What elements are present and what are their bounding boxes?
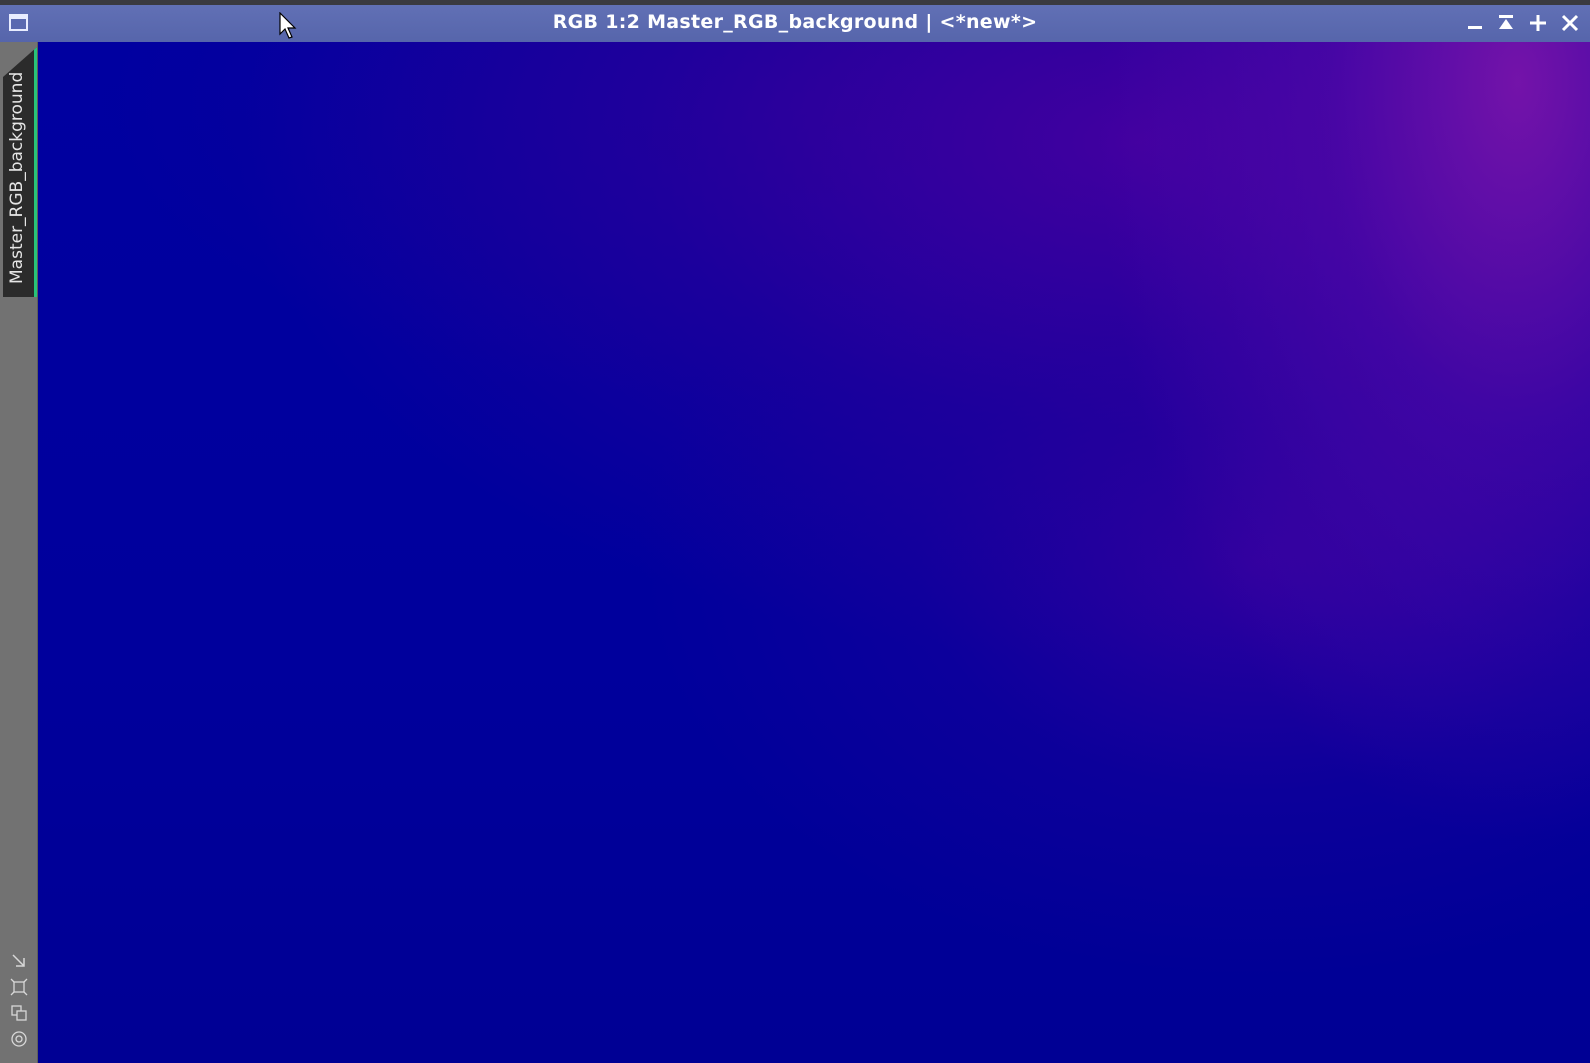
title-bar[interactable]: RGB 1:2 Master_RGB_background | <*new*> xyxy=(0,5,1590,43)
zoom-frame-icon[interactable] xyxy=(10,978,28,996)
window-title: RGB 1:2 Master_RGB_background | <*new*> xyxy=(552,11,1038,33)
view-sidebar: Master_RGB_background xyxy=(0,42,38,1063)
maximize-icon[interactable] xyxy=(1525,10,1551,36)
tab-label: Master_RGB_background xyxy=(7,71,27,284)
image-canvas[interactable] xyxy=(38,42,1590,1063)
clone-icon[interactable] xyxy=(10,1004,28,1022)
fit-view-icon[interactable] xyxy=(10,952,28,970)
minimize-icon[interactable] xyxy=(1462,10,1488,36)
mouse-pointer-icon xyxy=(279,12,297,39)
close-icon[interactable] xyxy=(1557,10,1583,36)
target-icon[interactable] xyxy=(10,1030,28,1048)
image-window: RGB 1:2 Master_RGB_background | <*new*> … xyxy=(0,0,1590,1063)
shade-icon[interactable] xyxy=(1493,10,1519,36)
